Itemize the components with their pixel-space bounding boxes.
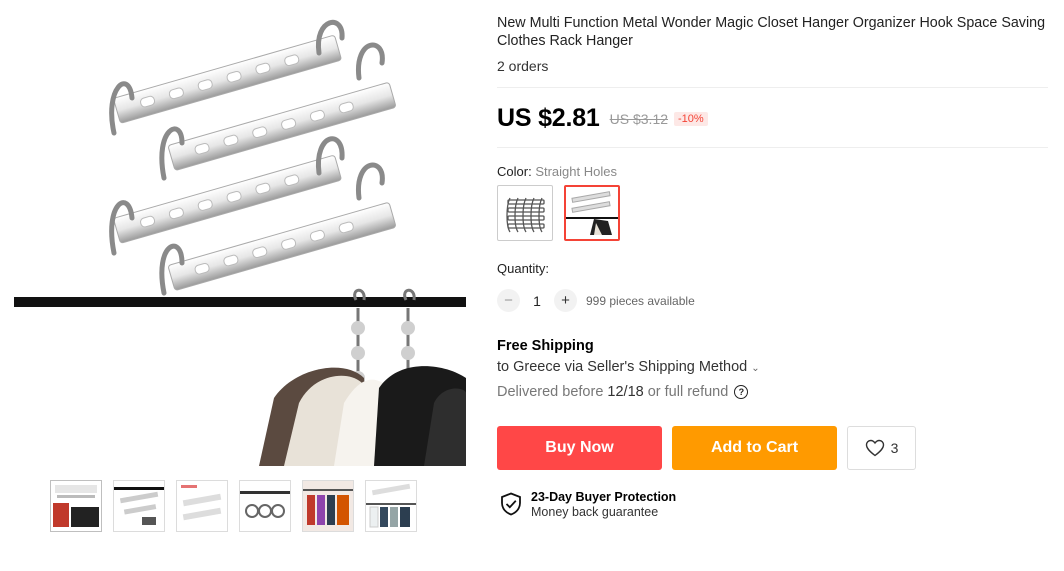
thumbnail-3[interactable] [176,480,228,532]
shipping-title: Free Shipping [497,338,594,354]
shield-check-icon [501,492,521,516]
buyer-protection: 23-Day Buyer Protection Money back guara… [500,490,676,520]
protection-subtitle: Money back guarantee [531,505,659,519]
delivery-prefix: Delivered before [497,384,604,400]
thumbnail-4[interactable] [239,480,291,532]
original-price: US $3.12 [609,110,669,127]
quantity-increase-button[interactable]: + [554,289,577,312]
main-product-image[interactable] [14,8,466,466]
heart-icon [865,439,884,457]
color-swatches [497,185,620,241]
color-label-text: Color: [497,164,532,179]
thumbnail-5[interactable] [302,480,354,532]
color-label: Color: Straight Holes [497,164,617,179]
quantity-available: 999 pieces available [586,293,695,308]
wishlist-button[interactable]: 3 [847,426,916,470]
add-to-cart-button[interactable]: Add to Cart [672,426,837,470]
buy-now-button[interactable]: Buy Now [497,426,662,470]
thumbnail-6[interactable] [365,480,417,532]
color-swatch-straight-holes[interactable] [564,185,620,241]
quantity-label: Quantity: [497,261,550,276]
quantity-value[interactable]: 1 [520,293,554,309]
delivery-info: Delivered before 12/18 or full refund ? [497,384,749,400]
wishlist-count: 3 [890,440,899,456]
quantity-stepper: − 1 + 999 pieces available [497,289,695,312]
thumbnail-1[interactable] [50,480,102,532]
thumbnail-strip [50,480,417,532]
price-row: US $2.81 US $3.12 -10% [497,104,708,133]
help-icon[interactable]: ? [734,385,749,399]
delivery-suffix: or full refund [647,384,729,400]
divider [497,147,1048,148]
protection-title: 23-Day Buyer Protection [531,490,677,504]
order-count: 2 orders [497,58,549,74]
color-selected-value: Straight Holes [535,164,617,179]
shipping-method-selector[interactable]: to Greece via Seller's Shipping Method ⌄ [497,359,760,375]
color-swatch-1[interactable] [497,185,553,241]
chevron-down-icon: ⌄ [751,363,760,374]
current-price: US $2.81 [497,104,600,132]
thumbnail-2[interactable] [113,480,165,532]
product-title: New Multi Function Metal Wonder Magic Cl… [497,15,1046,49]
shipping-method-text: to Greece via Seller's Shipping Method [497,359,748,375]
divider [497,87,1048,88]
delivery-date: 12/18 [607,384,644,400]
discount-badge: -10% [674,111,708,126]
quantity-decrease-button[interactable]: − [497,289,520,312]
